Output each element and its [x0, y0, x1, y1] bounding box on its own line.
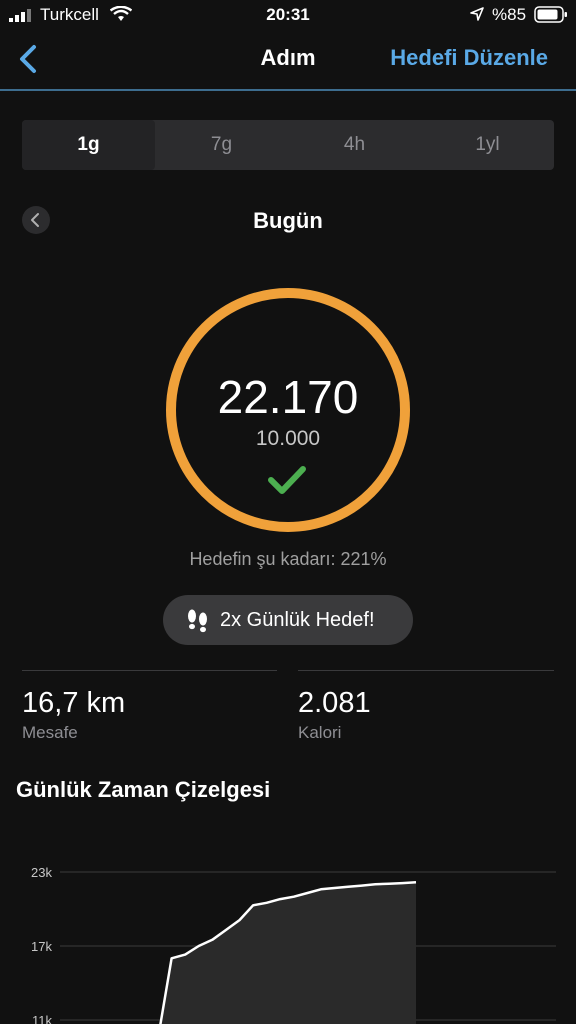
- step-goal: 10.000: [255, 427, 321, 450]
- checkmark-icon: [268, 466, 306, 494]
- y-tick-label: 11k: [32, 1013, 52, 1024]
- stat-divider: [22, 670, 277, 671]
- calories-value: 2.081: [298, 687, 371, 719]
- distance-label: Mesafe: [22, 723, 78, 742]
- location-arrow-icon: [470, 7, 484, 21]
- battery-percent: %85: [492, 5, 527, 24]
- badge-label: 2x Günlük Hedef!: [220, 609, 375, 631]
- area-fill: [160, 882, 416, 1024]
- clock: 20:31: [266, 5, 310, 24]
- battery-icon: [534, 6, 567, 23]
- tab-4-weeks[interactable]: 4h: [288, 120, 421, 170]
- timeline-title: Günlük Zaman Çizelgesi: [16, 777, 271, 802]
- daily-timeline-chart: 23k 17k 11k: [31, 865, 556, 1024]
- status-bar: Turkcell 20:31 %85: [0, 0, 576, 30]
- achievement-badge[interactable]: 2x Günlük Hedef!: [163, 595, 413, 645]
- tab-1-day[interactable]: 1g: [22, 120, 155, 170]
- footsteps-icon: [188, 609, 207, 633]
- nav-divider: [0, 89, 576, 91]
- y-tick-label: 23k: [31, 865, 52, 880]
- goal-percentage: Hedefin şu kadarı: 221%: [189, 549, 387, 569]
- step-count: 22.170: [217, 371, 359, 423]
- period-tabs: 1g 7g 4h 1yl: [22, 120, 554, 170]
- distance-value: 16,7 km: [22, 687, 126, 719]
- y-tick-label: 17k: [31, 939, 52, 954]
- calories-label: Kalori: [298, 723, 342, 742]
- stat-divider: [298, 670, 554, 671]
- edit-goal-button[interactable]: Hedefi Düzenle: [390, 45, 548, 71]
- tab-7-days[interactable]: 7g: [155, 120, 288, 170]
- date-title: Bugün: [253, 208, 323, 233]
- tab-1-year[interactable]: 1yl: [421, 120, 554, 170]
